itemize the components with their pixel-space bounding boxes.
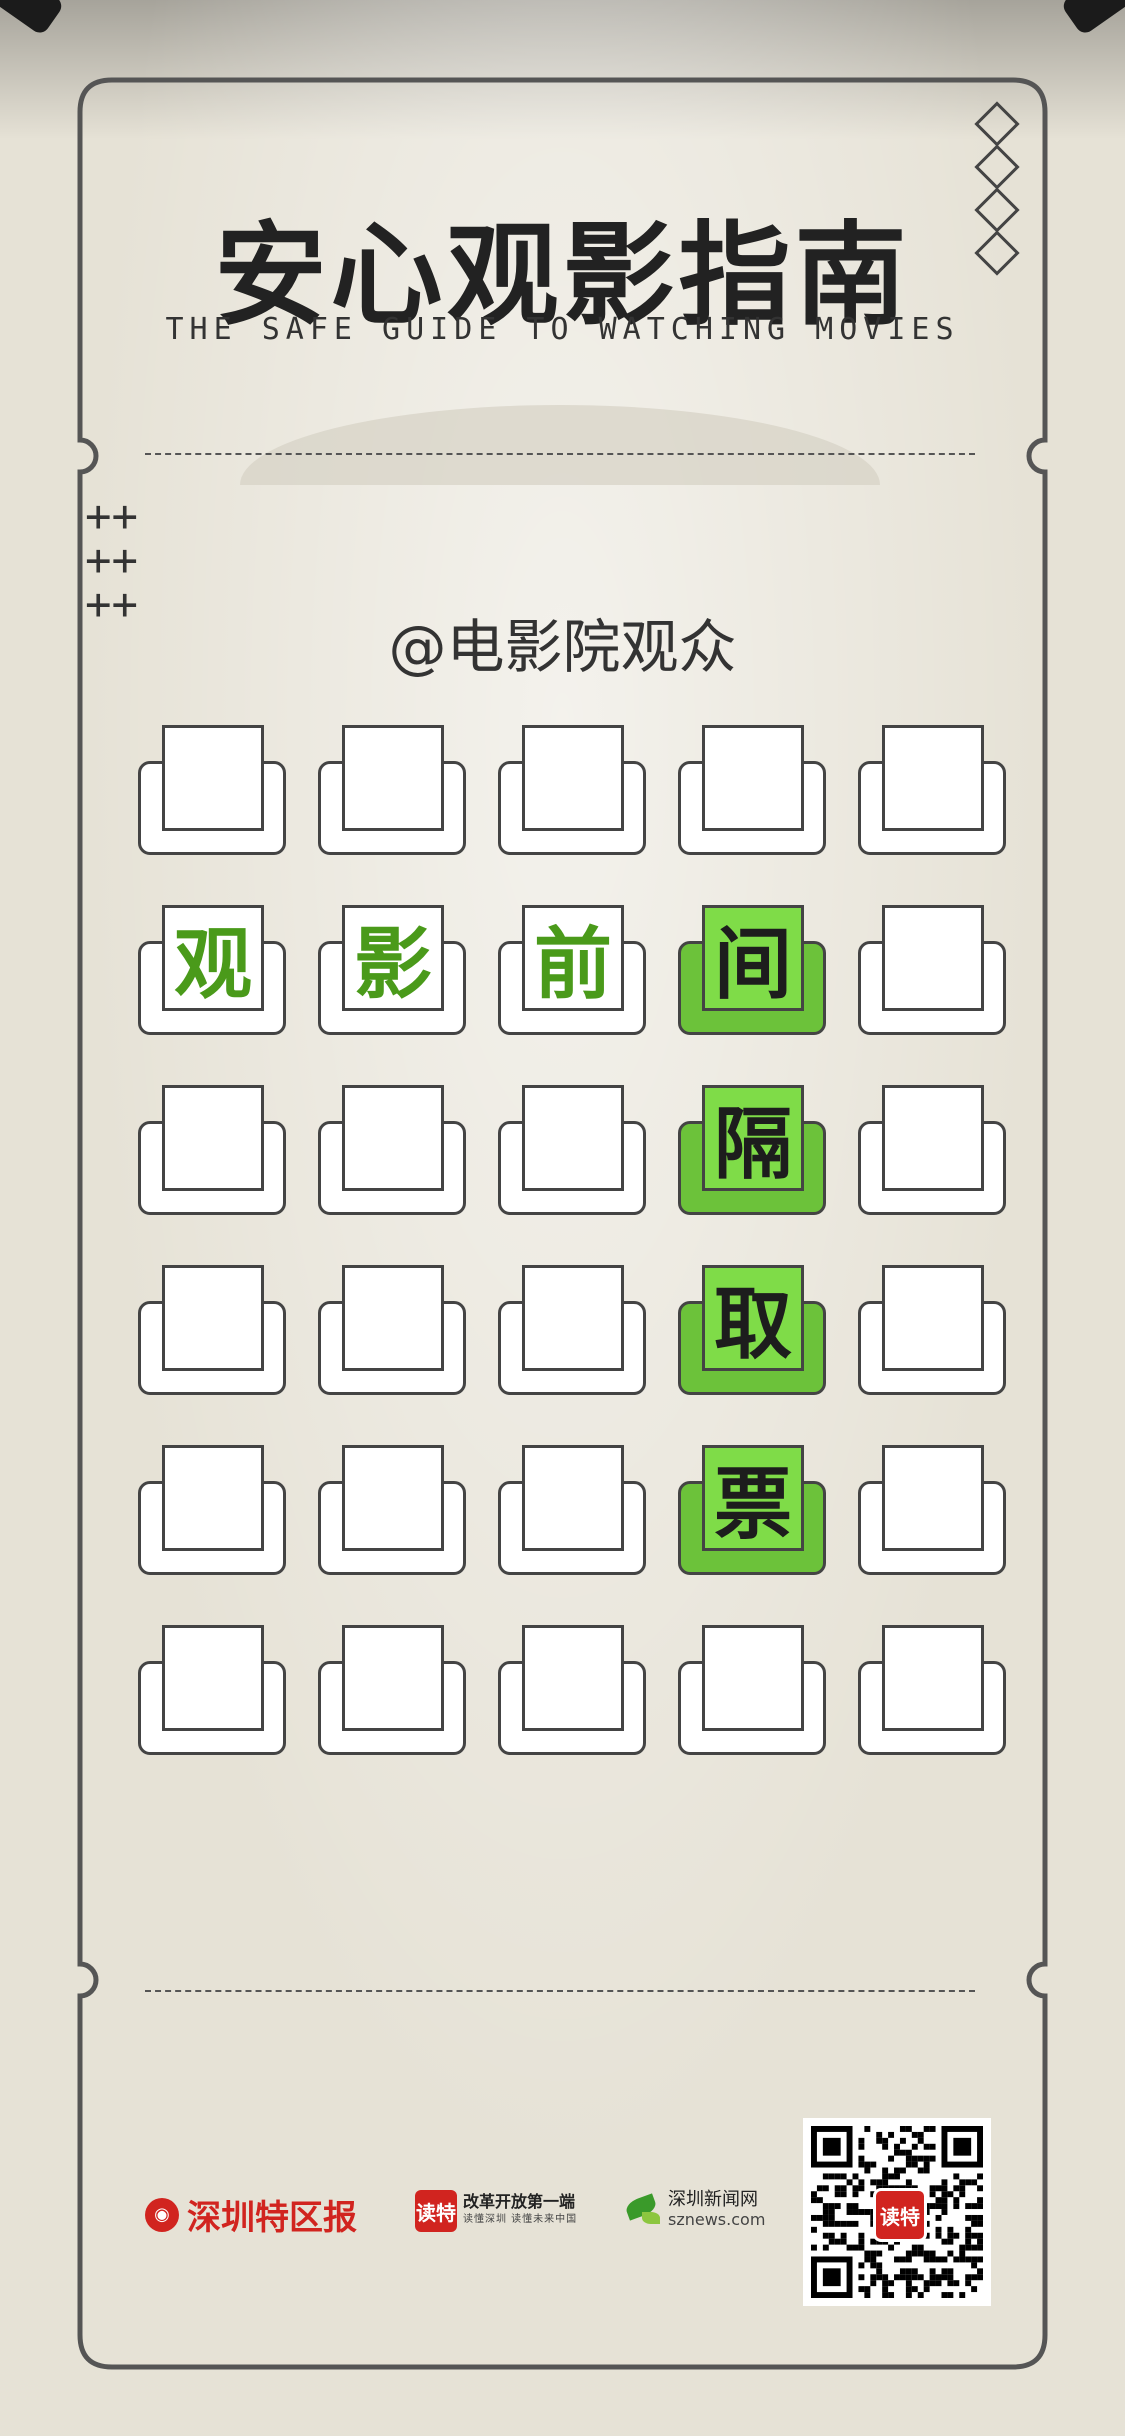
grid-cell: 前: [498, 905, 648, 1035]
cell-card: 票: [702, 1445, 804, 1551]
grid-cell: [138, 1625, 288, 1755]
grid-cell: [318, 1445, 468, 1575]
divider-top: [145, 453, 975, 455]
cell-card: [162, 1625, 264, 1731]
grid-cell: [318, 1265, 468, 1395]
cell-card: 观: [162, 905, 264, 1011]
cell-card: [522, 1085, 624, 1191]
leaf-icon: [620, 2192, 664, 2228]
logo-dute: 读特 改革开放第一端 读懂深圳 读懂未来中国: [415, 2190, 577, 2232]
cell-card: [342, 1445, 444, 1551]
cell-card: [882, 905, 984, 1011]
footer-logos: ◉ 深圳特区报 读特 改革开放第一端 读懂深圳 读懂未来中国 深圳新闻网 szn…: [145, 2190, 805, 2250]
grid-cell: [498, 1625, 648, 1755]
cell-card: [342, 1625, 444, 1731]
dute-sub: 读懂深圳 读懂未来中国: [463, 2214, 578, 2225]
qr-code[interactable]: 读特: [803, 2118, 991, 2306]
cell-card: 前: [522, 905, 624, 1011]
diamond-decoration-icon: [974, 101, 1020, 280]
cell-card: [162, 725, 264, 831]
grid-cell: [858, 905, 1008, 1035]
cell-card: [702, 725, 804, 831]
cell-card: [522, 1445, 624, 1551]
grid-cell: [498, 1265, 648, 1395]
cell-card: [882, 725, 984, 831]
cell-card: [522, 1265, 624, 1371]
grid-cell: [138, 1085, 288, 1215]
grid-cell: [318, 1085, 468, 1215]
grid-cell: [138, 1265, 288, 1395]
grid-cell: [498, 1445, 648, 1575]
grid-cell: 票: [678, 1445, 828, 1575]
cell-card: [522, 725, 624, 831]
cell-card: [162, 1265, 264, 1371]
cell-card: [882, 1265, 984, 1371]
cell-card: [882, 1445, 984, 1551]
cell-card: 隔: [702, 1085, 804, 1191]
grid-cell: [858, 1085, 1008, 1215]
grid-cell: [138, 1445, 288, 1575]
character-grid: 观影前间隔取票: [138, 725, 1008, 1805]
cell-card: [522, 1625, 624, 1731]
divider-bottom: [145, 1990, 975, 1992]
sznews-en: sznews.com: [668, 2210, 766, 2229]
grid-cell: [498, 1085, 648, 1215]
sznews-cn: 深圳新闻网: [668, 2189, 758, 2210]
grid-cell: [498, 725, 648, 855]
grid-cell: 隔: [678, 1085, 828, 1215]
cell-card: [882, 1625, 984, 1731]
logo-sznews: 深圳新闻网 sznews.com: [620, 2190, 765, 2230]
seal-icon: ◉: [145, 2197, 179, 2232]
cell-card: [162, 1445, 264, 1551]
cell-card: [882, 1085, 984, 1191]
grid-cell: [318, 725, 468, 855]
grid-cell: [138, 725, 288, 855]
cell-card: [342, 1265, 444, 1371]
cell-card: [162, 1085, 264, 1191]
cell-card: 影: [342, 905, 444, 1011]
audience-label: @电影院观众: [388, 613, 737, 681]
grid-cell: [678, 1625, 828, 1755]
grid-cell: [858, 1625, 1008, 1755]
grid-cell: [678, 725, 828, 855]
cell-card: [342, 725, 444, 831]
grid-cell: [858, 1265, 1008, 1395]
cell-card: [342, 1085, 444, 1191]
logo-shenzhen-tequ-bao: ◉ 深圳特区报: [145, 2190, 357, 2239]
grid-cell: 取: [678, 1265, 828, 1395]
dute-badge-icon: 读特: [415, 2190, 457, 2232]
cell-card: 间: [702, 905, 804, 1011]
grid-cell: 观: [138, 905, 288, 1035]
grid-cell: [858, 1445, 1008, 1575]
qr-badge-icon: 读特: [873, 2188, 927, 2242]
grid-cell: [318, 1625, 468, 1755]
grid-cell: 影: [318, 905, 468, 1035]
cell-card: [702, 1625, 804, 1731]
cell-card: 取: [702, 1265, 804, 1371]
page-subtitle: THE SAFE GUIDE TO WATCHING MOVIES: [165, 312, 960, 347]
grid-cell: [858, 725, 1008, 855]
grid-cell: 间: [678, 905, 828, 1035]
dute-slogan: 改革开放第一端: [463, 2192, 576, 2211]
